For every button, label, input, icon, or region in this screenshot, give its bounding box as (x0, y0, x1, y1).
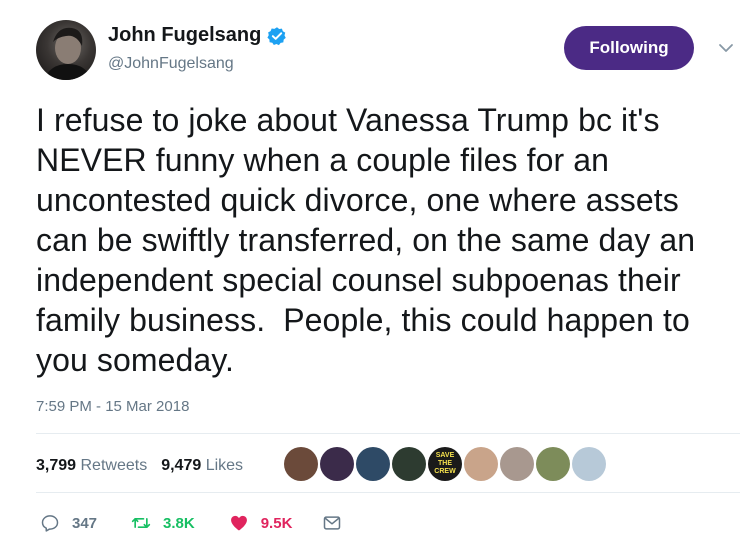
retweets-label: Retweets (80, 457, 148, 474)
reply-button[interactable]: 347 (40, 513, 97, 533)
likes-label: Likes (205, 457, 244, 474)
envelope-icon (324, 516, 341, 530)
avatar[interactable] (36, 20, 96, 80)
retweet-icon (131, 518, 151, 528)
liker-avatar[interactable]: SAVE THE CREW (428, 447, 462, 481)
liker-avatar[interactable] (320, 447, 354, 481)
liker-avatar[interactable] (572, 447, 606, 481)
divider-top (36, 433, 740, 434)
verified-badge-icon (267, 26, 287, 46)
display-name-row: John Fugelsang (108, 24, 287, 47)
reply-icon (41, 515, 59, 532)
liker-avatar[interactable] (536, 447, 570, 481)
user-handle[interactable]: @JohnFugelsang (108, 55, 287, 73)
chevron-down-icon[interactable] (718, 40, 734, 56)
likes-stat[interactable]: 9,479 Likes (161, 457, 243, 475)
reply-count: 347 (72, 514, 98, 532)
likes-count: 9,479 (161, 457, 202, 474)
tweet-actions: 347 3.8K 9.5K (40, 508, 388, 538)
liker-avatar[interactable] (356, 447, 390, 481)
like-button[interactable]: 9.5K (229, 513, 293, 533)
tweet-stats: 3,799 Retweets 9,479 Likes (36, 446, 257, 486)
liker-avatar-text: SAVE THE CREW (434, 452, 456, 475)
display-name[interactable]: John Fugelsang (108, 24, 261, 47)
retweets-count: 3,799 (36, 457, 77, 474)
tweet-header: John Fugelsang @JohnFugelsang Following (36, 18, 750, 82)
liker-avatars: SAVE THE CREW (284, 447, 608, 481)
direct-message-button[interactable] (322, 513, 354, 533)
retweets-stat[interactable]: 3,799 Retweets (36, 457, 147, 475)
liker-avatar[interactable] (284, 447, 318, 481)
liker-avatar[interactable] (500, 447, 534, 481)
user-info: John Fugelsang @JohnFugelsang (108, 24, 287, 73)
divider-bottom (36, 492, 740, 493)
tweet-timestamp[interactable]: 7:59 PM - 15 Mar 2018 (36, 398, 189, 415)
liker-avatar[interactable] (464, 447, 498, 481)
retweet-count: 3.8K (163, 514, 195, 532)
following-button[interactable]: Following (564, 26, 694, 70)
retweet-button[interactable]: 3.8K (131, 513, 195, 533)
heart-icon (230, 515, 247, 531)
tweet-card: John Fugelsang @JohnFugelsang Following … (0, 0, 750, 560)
liker-avatar[interactable] (392, 447, 426, 481)
like-count: 9.5K (260, 514, 293, 532)
tweet-text: I refuse to joke about Vanessa Trump bc … (36, 102, 696, 378)
